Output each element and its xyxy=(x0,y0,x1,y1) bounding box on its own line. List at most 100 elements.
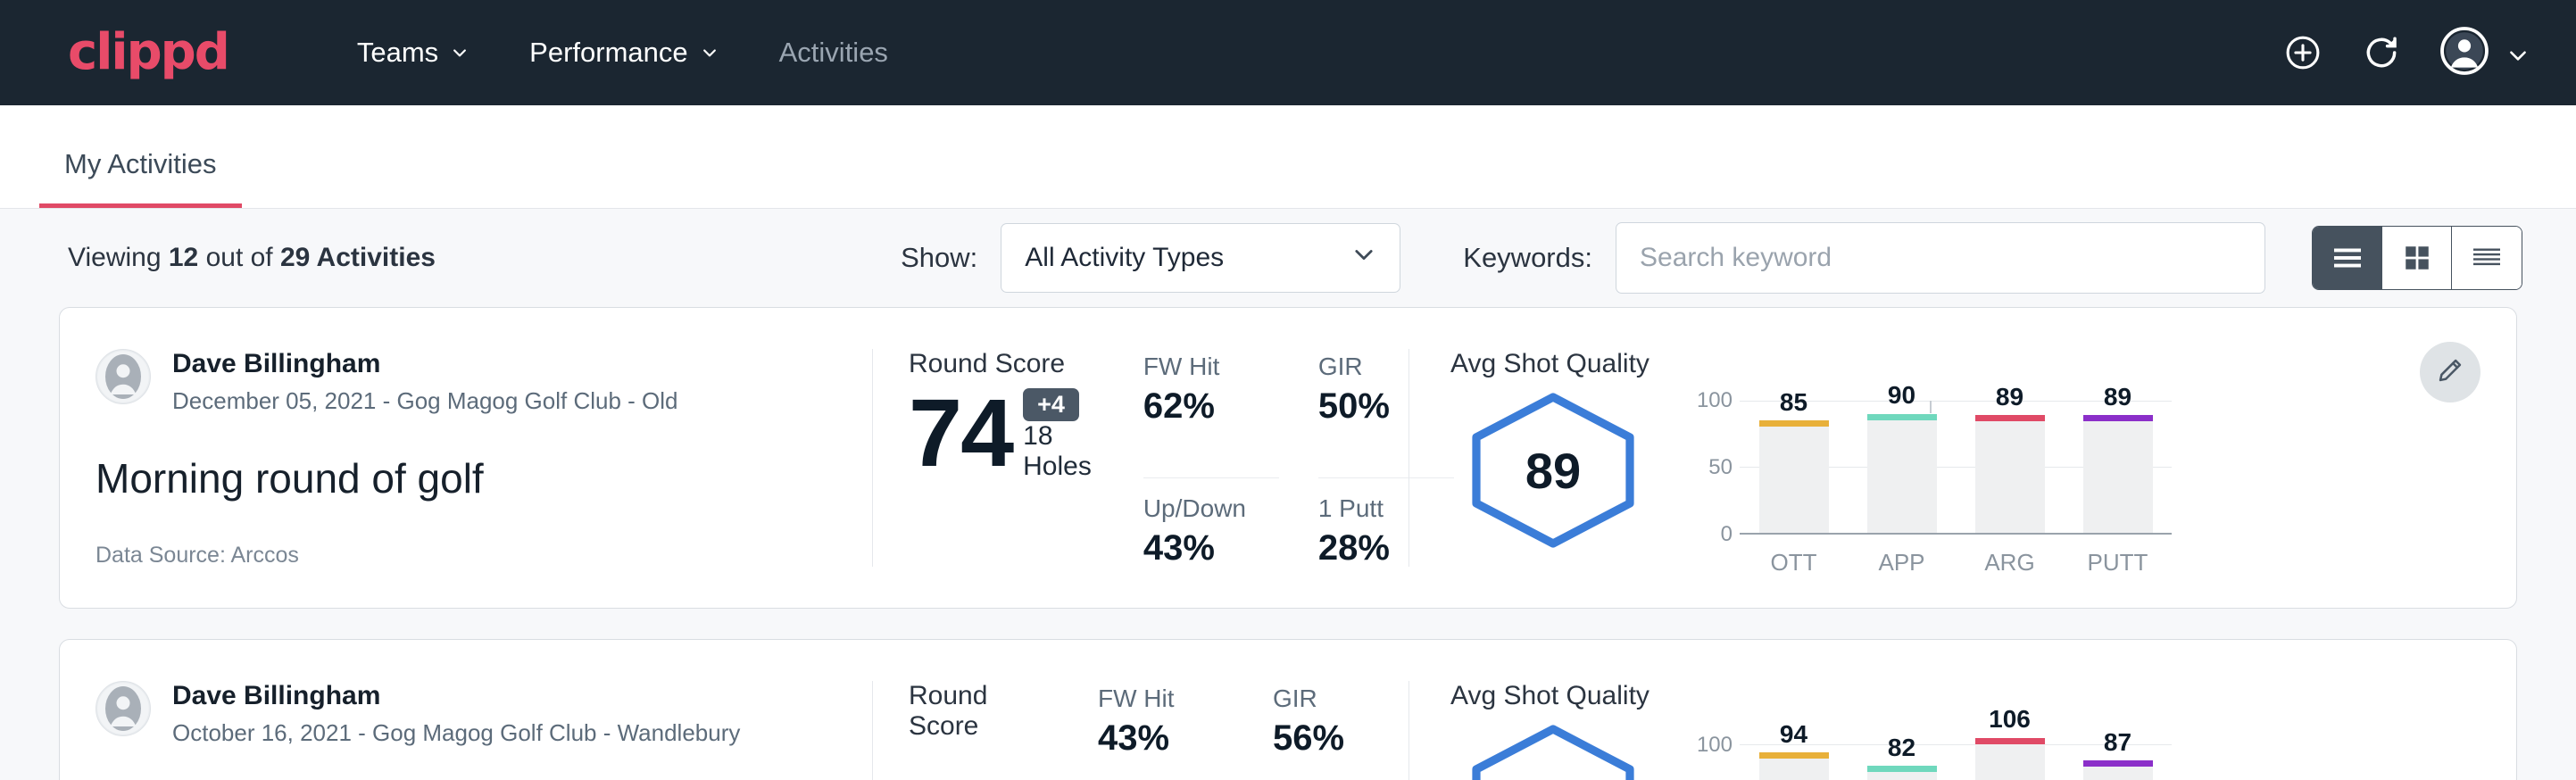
bar-value: 90 xyxy=(1867,381,1937,410)
search-input[interactable]: Search keyword xyxy=(1616,222,2265,294)
avatar xyxy=(96,681,151,736)
bar-body xyxy=(2083,760,2153,780)
stat-label: FW Hit xyxy=(1143,353,1279,381)
x-tick-label: PUTT xyxy=(2083,549,2153,577)
filter-controls: Show: All Activity Types Keywords: Searc… xyxy=(901,222,2265,294)
round-score-label: Round Score xyxy=(909,349,1092,379)
filter-bar: Viewing 12 out of 29 Activities Show: Al… xyxy=(0,209,2576,307)
chevron-down-icon xyxy=(1351,242,1376,274)
nav-item-activities[interactable]: Activities xyxy=(749,37,918,69)
x-tick-label: ARG xyxy=(1975,549,2045,577)
bar-body xyxy=(1975,415,2045,533)
account-avatar-icon xyxy=(2440,27,2489,79)
bar-arg: 106 xyxy=(1975,733,2045,780)
score-differential-badge: +4 xyxy=(1023,388,1079,421)
bar-value: 94 xyxy=(1759,720,1829,749)
bar-body xyxy=(1759,752,1829,780)
player-name: Dave Billingham xyxy=(172,349,678,380)
bar-value: 82 xyxy=(1867,734,1937,762)
round-score-block: Round Score 74 +4 18 Holes xyxy=(909,349,1092,608)
grid-view-button[interactable] xyxy=(2382,227,2452,289)
compact-view-button[interactable] xyxy=(2452,227,2522,289)
stat-up-down: Up/Down 43% xyxy=(1143,494,1279,609)
round-score-block: Round Score xyxy=(909,681,1046,780)
round-score-row: 74 +4 18 Holes xyxy=(909,385,1092,481)
player-text: Dave Billingham October 16, 2021 - Gog M… xyxy=(172,681,740,747)
chart-bars-area: 94 82 xyxy=(1740,733,2172,780)
bar-putt: 89 xyxy=(2083,401,2153,533)
round-score-label: Round Score xyxy=(909,681,1046,742)
stats-grid: FW Hit 62% GIR 50% Up/Down 43% 1 Putt 28… xyxy=(1143,353,1454,608)
stat-value: 56% xyxy=(1273,718,1408,759)
activity-card-list: Dave Billingham December 05, 2021 - Gog … xyxy=(0,307,2576,780)
activity-card[interactable]: Dave Billingham October 16, 2021 - Gog M… xyxy=(59,639,2517,780)
player-text: Dave Billingham December 05, 2021 - Gog … xyxy=(172,349,678,415)
bar-cap xyxy=(1975,415,2045,421)
pencil-icon xyxy=(2436,356,2464,389)
stat-label: Up/Down xyxy=(1143,494,1279,523)
activity-meta: December 05, 2021 - Gog Magog Golf Club … xyxy=(172,387,678,415)
x-label-text: ARG xyxy=(1984,549,2034,576)
bar-app: 90 xyxy=(1867,401,1937,533)
viewing-mid: out of xyxy=(198,243,280,272)
data-source: Data Source: Arccos xyxy=(96,543,299,568)
chevron-down-icon xyxy=(701,44,719,62)
y-tick: 0 xyxy=(1721,522,1733,547)
list-view-button[interactable] xyxy=(2313,227,2382,289)
chart-plot-area: 100 50 0 85 xyxy=(1690,401,2172,535)
bar-putt: 87 xyxy=(2083,733,2153,780)
x-tick-label: APP xyxy=(1867,549,1937,577)
nav-item-teams-label: Teams xyxy=(357,37,438,69)
tab-my-activities[interactable]: My Activities xyxy=(39,148,242,208)
show-label: Show: xyxy=(901,242,977,274)
viewing-count: 12 xyxy=(169,243,198,272)
stat-label: FW Hit xyxy=(1098,685,1234,713)
stat-fw-hit: FW Hit 43% xyxy=(1098,685,1234,780)
shot-quality-chart: 100 50 0 85 xyxy=(1690,401,2172,577)
bar-cap xyxy=(2083,760,2153,767)
stat-value: 43% xyxy=(1098,718,1234,759)
plus-circle-icon[interactable] xyxy=(2283,33,2323,72)
bar-body xyxy=(1867,414,1937,533)
nav-item-teams[interactable]: Teams xyxy=(327,37,499,69)
nav-item-performance-label: Performance xyxy=(529,37,687,69)
round-score-value: 74 xyxy=(909,385,1012,481)
x-label-text: APP xyxy=(1878,549,1924,576)
brand-logo[interactable]: clippd xyxy=(68,28,229,78)
bar-ott: 94 xyxy=(1759,733,1829,780)
edit-activity-button[interactable] xyxy=(2420,342,2480,402)
stat-value: 62% xyxy=(1143,386,1279,427)
view-mode-toggle xyxy=(2312,226,2522,290)
bar-cap xyxy=(2083,415,2153,421)
bar-body xyxy=(1867,766,1937,780)
bar-cap xyxy=(1759,752,1829,759)
x-label-text: PUTT xyxy=(2088,549,2148,576)
chart-x-axis: OTT APP ARG PUTT xyxy=(1690,549,2172,577)
tab-strip: My Activities xyxy=(0,105,2576,209)
bar-value: 106 xyxy=(1975,705,2045,734)
card-score-column: Round Score 74 +4 18 Holes FW Hit 62% GI… xyxy=(873,308,1408,608)
shot-quality-chart: 100 94 xyxy=(1690,733,2172,780)
refresh-icon[interactable] xyxy=(2362,33,2401,72)
avatar xyxy=(96,349,151,404)
bar-ott: 85 xyxy=(1759,401,1829,533)
card-quality-column: Avg Shot Quality 89 100 50 0 xyxy=(1409,308,2516,608)
viewing-prefix: Viewing xyxy=(68,243,169,272)
keywords-label: Keywords: xyxy=(1463,242,1592,274)
activity-type-select[interactable]: All Activity Types xyxy=(1001,223,1400,293)
activity-card[interactable]: Dave Billingham December 05, 2021 - Gog … xyxy=(59,307,2517,609)
stat-label: GIR xyxy=(1273,685,1408,713)
nav-item-performance[interactable]: Performance xyxy=(499,37,748,69)
bar-cap xyxy=(1975,738,2045,744)
activity-meta: October 16, 2021 - Gog Magog Golf Club -… xyxy=(172,719,740,747)
account-menu[interactable] xyxy=(2440,27,2524,79)
chart-y-axis: 100 xyxy=(1690,733,1740,780)
card-quality-column: Avg Shot Quality 100 xyxy=(1409,640,2516,780)
chevron-down-icon xyxy=(451,44,469,62)
y-tick: 100 xyxy=(1697,733,1733,758)
chart-bars-area: 85 90 xyxy=(1740,401,2172,535)
card-score-column: Round Score FW Hit 43% GIR 56% xyxy=(873,640,1408,780)
activity-type-value: All Activity Types xyxy=(1025,243,1351,273)
holes-count: 18 Holes xyxy=(1023,421,1092,482)
stats-grid: FW Hit 43% GIR 56% xyxy=(1098,685,1408,780)
